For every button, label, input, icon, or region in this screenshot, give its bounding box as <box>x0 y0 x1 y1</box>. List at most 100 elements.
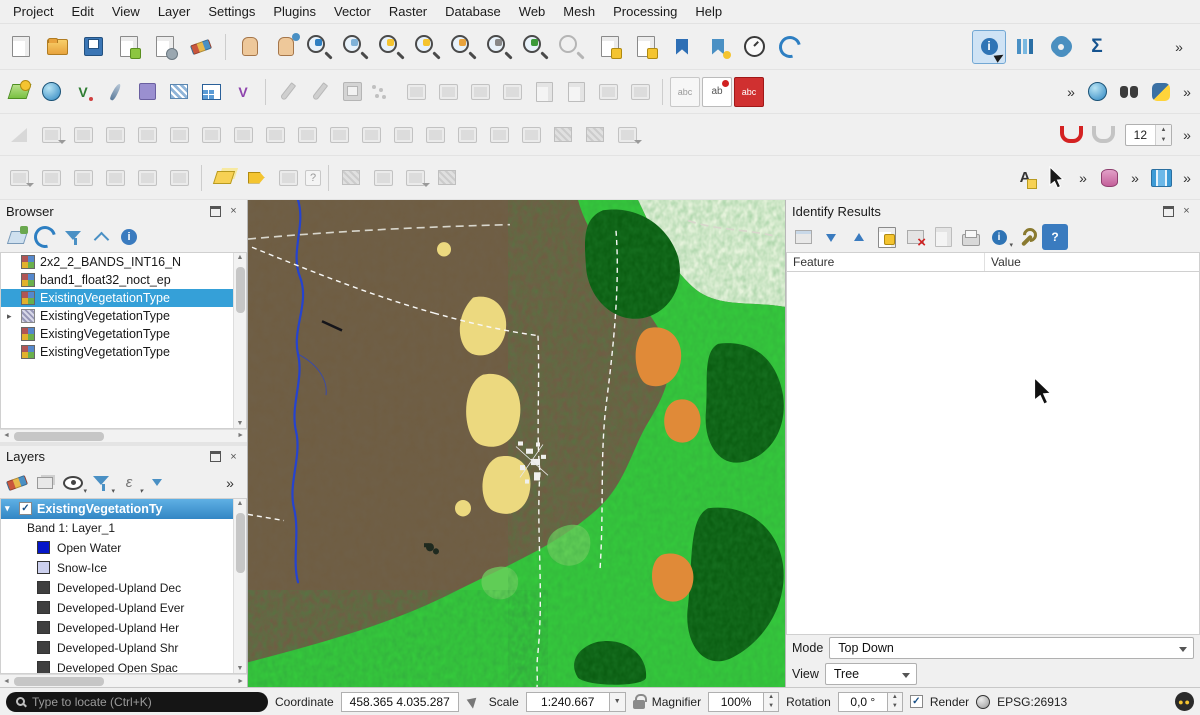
toggle-editing-button[interactable] <box>305 77 335 107</box>
add-mesh-layer-button[interactable] <box>164 77 194 107</box>
show-layout-manager-button[interactable] <box>148 30 182 64</box>
metasearch-button[interactable] <box>1082 77 1112 107</box>
delete-ring-button[interactable] <box>292 120 322 150</box>
statistical-summary-button[interactable] <box>1008 30 1042 64</box>
clear-results-button[interactable] <box>902 224 928 250</box>
crs-status[interactable]: EPSG:26913 <box>997 695 1067 709</box>
add-virtual-layer-button[interactable]: V <box>228 77 258 107</box>
toolbar-extension7-button[interactable]: » <box>1178 163 1196 193</box>
browser-item[interactable]: ExistingVegetationType <box>1 343 246 361</box>
enable-tracing-button[interactable] <box>1089 120 1119 150</box>
browser-item[interactable]: ExistingVegetationType <box>1 289 246 307</box>
browser-undock-icon[interactable] <box>208 204 223 219</box>
zoom-to-selection-button[interactable] <box>413 30 447 64</box>
zoom-to-layer-button[interactable] <box>449 30 483 64</box>
browser-item[interactable]: band1_float32_noct_ep <box>1 271 246 289</box>
trim-extend-button[interactable] <box>612 120 642 150</box>
scale-dropdown-icon[interactable]: ▼ <box>610 692 626 712</box>
identify-undock-icon[interactable] <box>1161 204 1176 219</box>
legend-item[interactable]: Developed-Upland Shr <box>1 638 246 658</box>
new-3d-map-view-button[interactable] <box>629 30 663 64</box>
add-feature-button[interactable] <box>369 77 399 107</box>
zoom-out-button[interactable] <box>341 30 375 64</box>
rotate-feature-button[interactable] <box>132 120 162 150</box>
select-by-expression-button[interactable] <box>100 163 130 193</box>
vector-tiles-button[interactable] <box>1146 163 1176 193</box>
save-project-button[interactable] <box>76 30 110 64</box>
legend-item[interactable]: Developed-Upland Dec <box>1 578 246 598</box>
move-feature-button[interactable] <box>68 120 98 150</box>
delete-selected-button[interactable] <box>465 77 495 107</box>
identify-results-area[interactable] <box>786 272 1200 635</box>
cut-features-button[interactable] <box>497 77 527 107</box>
menu-vector[interactable]: Vector <box>325 1 380 22</box>
toolbar-extension3-button[interactable]: » <box>1178 77 1196 107</box>
merge-attributes-button[interactable] <box>516 120 546 150</box>
offset-point-symbol-button[interactable] <box>580 120 610 150</box>
coordinate-field[interactable]: 458.365 4.035.287 <box>341 692 459 712</box>
menu-processing[interactable]: Processing <box>604 1 686 22</box>
identify-mode-button[interactable]: ▾ <box>986 224 1012 250</box>
toolbar-extension2-button[interactable]: » <box>1062 77 1080 107</box>
deselect-features-button[interactable] <box>68 163 98 193</box>
copy-features-button[interactable] <box>529 77 559 107</box>
expand-tree-button[interactable] <box>818 224 844 250</box>
magnifier-spinner[interactable]: 100% ▲▼ <box>708 692 779 712</box>
layer-labeling-button[interactable]: A <box>1010 163 1040 193</box>
show-unplaced-labels-button[interactable]: abc <box>670 77 700 107</box>
zoom-next-button[interactable] <box>557 30 591 64</box>
merge-features-button[interactable] <box>484 120 514 150</box>
layers-undock-icon[interactable] <box>208 449 223 464</box>
advanced-digitizing-button[interactable] <box>4 120 34 150</box>
menu-view[interactable]: View <box>103 1 149 22</box>
new-spatial-bookmark-button[interactable] <box>701 30 735 64</box>
paste-features-button[interactable] <box>561 77 591 107</box>
collapse-all-button[interactable] <box>88 224 114 250</box>
add-group-button[interactable] <box>32 470 58 496</box>
legend-item[interactable]: Developed-Upland Ever <box>1 598 246 618</box>
save-layer-edits-button[interactable] <box>337 77 367 107</box>
identify-close-icon[interactable]: × <box>1179 204 1194 219</box>
browser-item[interactable]: 2x2_2_BANDS_INT16_N <box>1 253 246 271</box>
new-map-view-button[interactable] <box>593 30 627 64</box>
band-row[interactable]: Band 1: Layer_1 <box>1 519 246 538</box>
menu-settings[interactable]: Settings <box>199 1 264 22</box>
add-raster-layer-button[interactable] <box>36 77 66 107</box>
modify-attributes-button[interactable] <box>433 77 463 107</box>
legend-item[interactable]: Snow-Ice <box>1 558 246 578</box>
locate-input[interactable]: Type to locate (Ctrl+K) <box>6 692 268 712</box>
tracing-offset-spinbox[interactable]: 12▲▼ <box>1125 124 1172 146</box>
search-plugin-button[interactable] <box>1114 77 1144 107</box>
legend-item[interactable]: Developed Open Spac <box>1 658 246 675</box>
add-delimited-text-layer-button[interactable] <box>100 77 130 107</box>
map-tips-button[interactable] <box>273 163 303 193</box>
refresh-browser-button[interactable] <box>32 224 58 250</box>
split-features-button[interactable] <box>420 120 450 150</box>
select-features-button[interactable] <box>4 163 34 193</box>
print-response-button[interactable] <box>958 224 984 250</box>
zoom-full-button[interactable] <box>377 30 411 64</box>
identify-help-button[interactable]: ? <box>1042 224 1068 250</box>
feature-column-header[interactable]: Feature <box>787 253 985 271</box>
mesh-digitizing-button[interactable] <box>336 163 366 193</box>
add-selected-layers-button[interactable] <box>4 224 30 250</box>
expand-all-button[interactable] <box>144 470 170 496</box>
menu-help[interactable]: Help <box>686 1 731 22</box>
messages-icon[interactable]: ●● <box>1175 692 1194 711</box>
view-dropdown[interactable]: Tree <box>825 663 917 685</box>
layer-labeling-options-button[interactable]: abc <box>734 77 764 107</box>
pan-map-button[interactable] <box>233 30 267 64</box>
overlay-intersect-button[interactable] <box>432 163 462 193</box>
show-statistics-button[interactable]: Σ <box>1080 30 1114 64</box>
zoom-native-button[interactable] <box>485 30 519 64</box>
pan-to-selection-button[interactable] <box>269 30 303 64</box>
toolbar-extension6-button[interactable]: » <box>1126 163 1144 193</box>
scale-combo[interactable]: 1:240.667 ▼ <box>526 692 626 712</box>
add-part-button[interactable] <box>228 120 258 150</box>
options-button[interactable] <box>1044 30 1078 64</box>
browser-properties-button[interactable] <box>116 224 142 250</box>
menu-raster[interactable]: Raster <box>380 1 436 22</box>
copy-move-feature-button[interactable] <box>100 120 130 150</box>
menu-web[interactable]: Web <box>510 1 555 22</box>
python-console-button[interactable] <box>1146 77 1176 107</box>
